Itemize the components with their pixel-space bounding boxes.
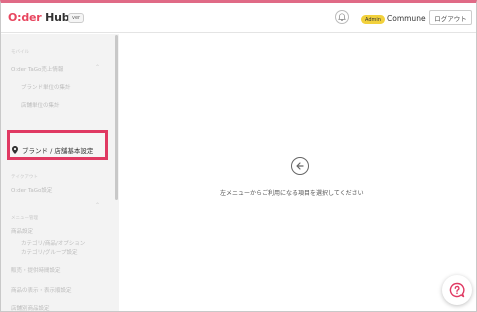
arrow-left-circle-icon [291, 157, 309, 175]
empty-state-message: 左メニューからご利用になる項目を選択してください [220, 190, 364, 197]
sidebar-item-menu-sub: カテゴリ/商品/オプション [21, 241, 86, 247]
sidebar-item-brand-store-settings[interactable]: ブランド / 店舗基本設定 [12, 145, 93, 155]
logo-text: O:der [8, 11, 42, 24]
version-badge: ver [68, 13, 85, 23]
sidebar-section-title: メニュー管理 [11, 216, 38, 221]
sidebar-item-store-menu[interactable]: 店舗別商品設定 [11, 304, 50, 311]
map-pin-icon [12, 146, 18, 154]
app-window: O:der Hub ver Admin Commune ログアウト モバイル O… [0, 0, 477, 312]
sidebar: モバイル O:der TaGo売上情報 ⌃ ブランド単位の集計 店舗単位の集計 … [1, 34, 119, 311]
help-question-icon[interactable] [442, 275, 472, 305]
app-logo[interactable]: O:der Hub [8, 11, 70, 24]
bell-icon[interactable] [335, 10, 349, 24]
chevron-up-icon[interactable]: ⌃ [95, 64, 100, 71]
sidebar-item-label: ブランド / 店舗基本設定 [22, 147, 94, 155]
sidebar-subitem-store[interactable]: 店舗単位の集計 [21, 101, 60, 109]
sidebar-item-sales-time[interactable]: 販売・提供時間設定 [11, 266, 61, 274]
sidebar-section-title: テイクアウト [11, 175, 38, 180]
top-header: O:der Hub ver Admin Commune ログアウト [1, 3, 476, 33]
sidebar-item-tago-sales[interactable]: O:der TaGo売上情報 [11, 65, 63, 73]
admin-badge: Admin [361, 15, 385, 24]
sidebar-item-menu-sub2: カテゴリ/グループ設定 [21, 250, 78, 256]
sidebar-scrollbar[interactable] [115, 35, 118, 200]
logo-hub-text: Hub [41, 11, 70, 24]
sidebar-item-product-display[interactable]: 商品の表示・表示順設定 [11, 286, 72, 294]
sidebar-subitem-brand[interactable]: ブランド単位の集計 [21, 83, 71, 91]
chevron-up-icon[interactable]: ⌃ [95, 202, 100, 209]
company-name: Commune [387, 14, 426, 23]
logout-button[interactable]: ログアウト [429, 10, 472, 25]
sidebar-item-tago-settings[interactable]: O:der TaGo設定 [11, 186, 52, 194]
sidebar-section-title: モバイル [11, 50, 29, 55]
sidebar-item-menu-settings[interactable]: 商品設定 [11, 227, 33, 235]
